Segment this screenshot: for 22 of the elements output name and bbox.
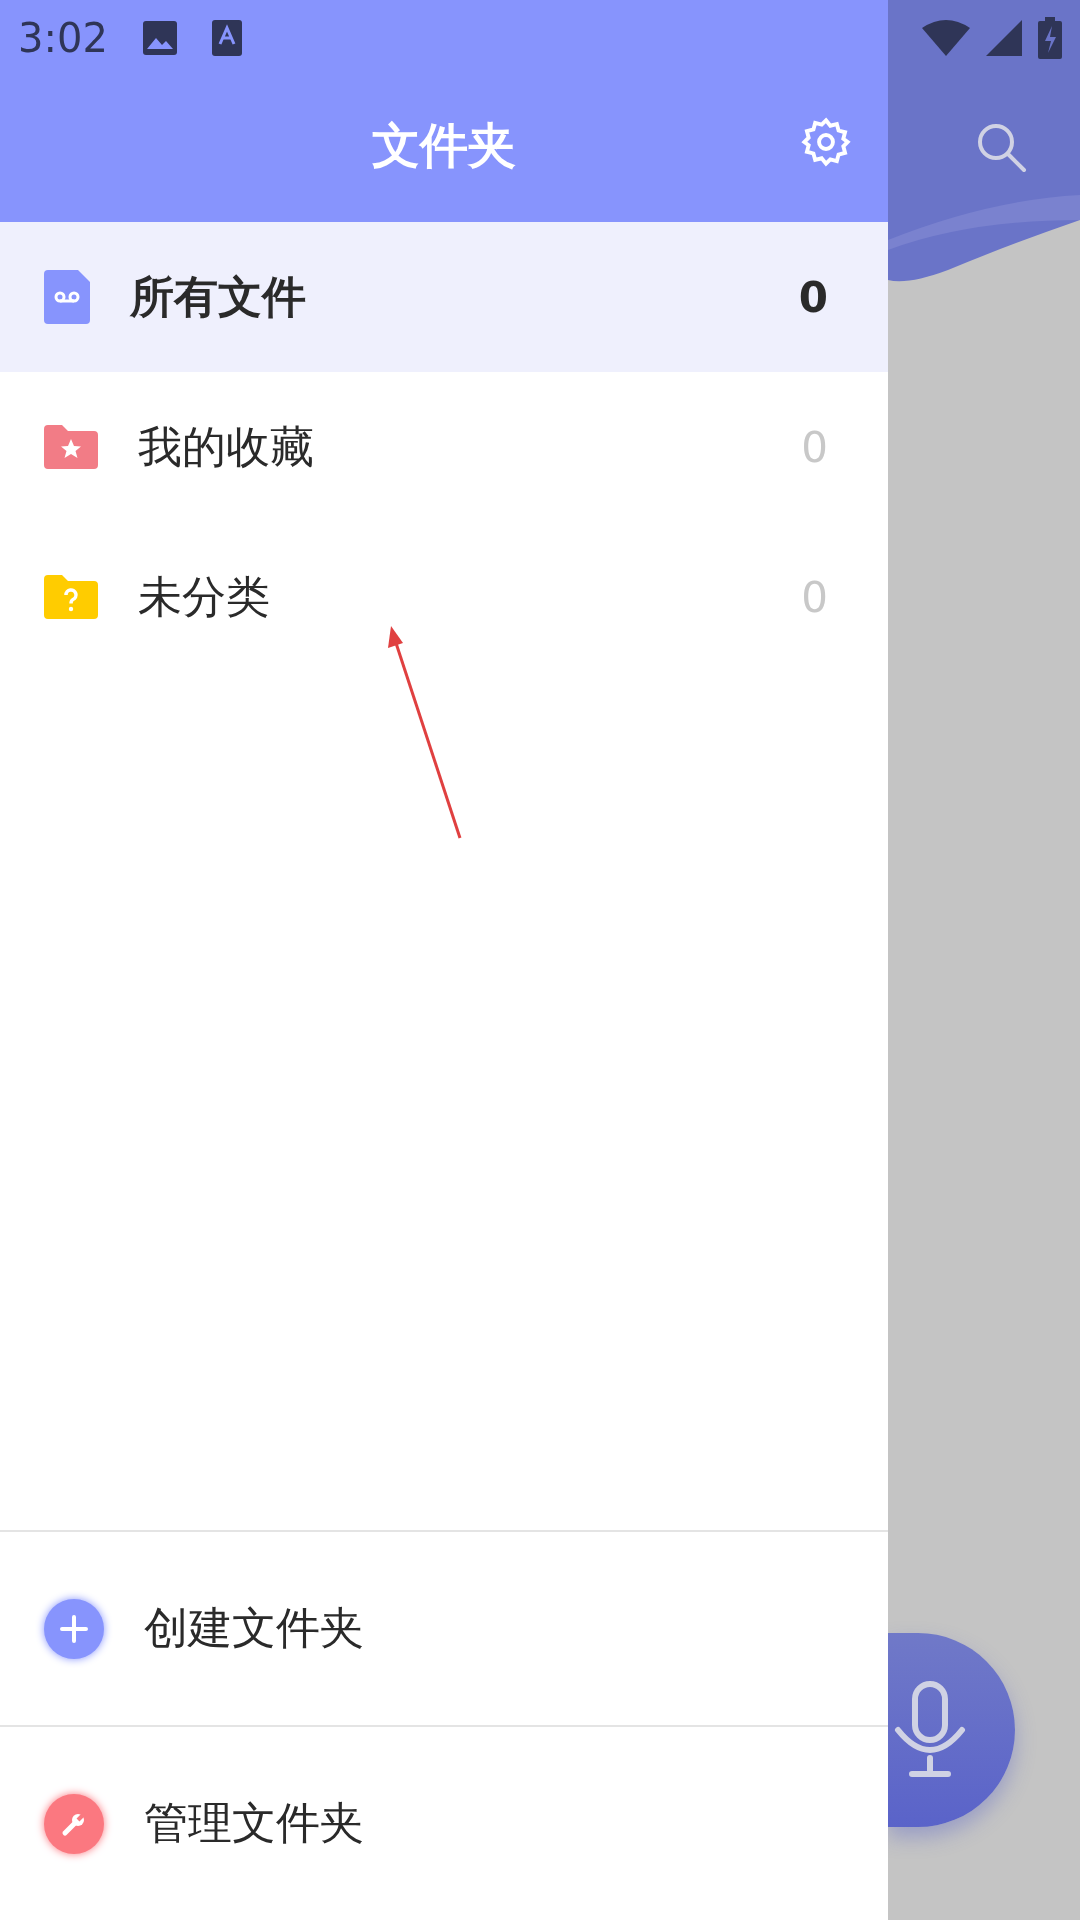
image-icon <box>141 20 178 56</box>
folder-action-item[interactable]: 创建文件夹 <box>0 1530 888 1725</box>
wrench-icon <box>44 1793 104 1854</box>
question-folder-icon <box>44 575 98 619</box>
signal-icon <box>986 20 1022 56</box>
clock-time: 3:02 <box>18 15 108 61</box>
folder-name: 未分类 <box>138 569 271 624</box>
settings-icon <box>800 116 852 168</box>
folder-name: 我的收藏 <box>138 419 315 474</box>
wifi-icon <box>922 20 970 56</box>
plus-icon <box>44 1598 104 1659</box>
action-label: 创建文件夹 <box>144 1601 364 1655</box>
document-icon <box>44 270 90 324</box>
drawer-title: 文件夹 <box>372 116 516 175</box>
folder-count: 0 <box>798 272 828 322</box>
action-label: 管理文件夹 <box>144 1796 364 1850</box>
keyboard-language-icon <box>211 20 242 56</box>
battery-icon <box>1038 17 1062 59</box>
star-folder-icon <box>44 425 98 469</box>
folder-item[interactable]: 所有文件 0 <box>0 222 888 372</box>
folder-action-item[interactable]: 管理文件夹 <box>0 1725 888 1920</box>
folder-name: 所有文件 <box>130 269 307 324</box>
